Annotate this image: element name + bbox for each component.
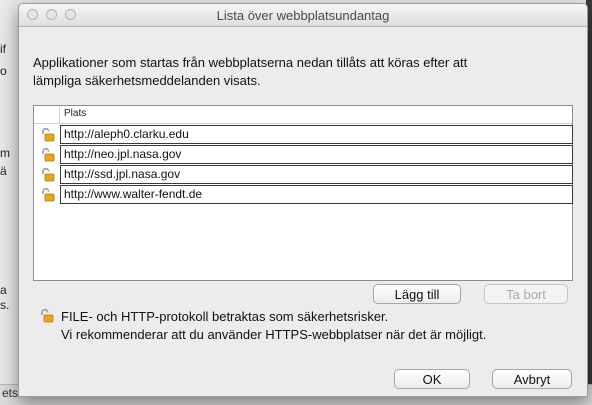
table-header: Plats [34,106,572,124]
unlocked-padlock-icon [42,147,55,162]
site-list-table[interactable]: Plats http://aleph0.clarku.edu http://ne… [33,105,573,281]
table-row[interactable]: http://ssd.jpl.nasa.gov [34,165,573,184]
remove-button[interactable]: Ta bort [484,284,568,304]
site-url-cell[interactable]: http://www.walter-fendt.de [60,185,573,204]
column-header-location[interactable]: Plats [64,108,86,119]
title-bar[interactable]: Lista över webbplatsundantag [19,4,587,27]
background-text-fragment: a [0,283,7,297]
exception-site-list-dialog: Lista över webbplatsundantag Applikation… [18,3,588,397]
description-line: lämpliga säkerhetsmeddelanden visats. [33,73,261,88]
unlocked-padlock-icon [42,187,55,202]
background-text-fragment: o [0,64,7,78]
column-divider [59,106,60,123]
dialog-description: Applikationer som startas från webbplats… [33,54,573,90]
site-url-cell[interactable]: http://neo.jpl.nasa.gov [60,145,573,164]
security-warning: FILE- och HTTP-protokoll betraktas som s… [61,308,581,344]
ok-button[interactable]: OK [394,369,470,389]
unlocked-padlock-icon [42,167,55,182]
background-text-fragment: ä [0,164,7,178]
site-url-cell[interactable]: http://ssd.jpl.nasa.gov [60,165,573,184]
screen: if o m ä a s. etsmeddelanden Hantera cer… [0,0,592,405]
description-line: Applikationer som startas från webbplats… [33,55,468,70]
site-url-cell[interactable]: http://aleph0.clarku.edu [60,125,573,144]
background-text-fragment: if [0,42,6,56]
table-row[interactable]: http://www.walter-fendt.de [34,185,573,204]
unlocked-padlock-icon [41,308,54,323]
warning-line: FILE- och HTTP-protokoll betraktas som s… [61,309,389,324]
background-text-fragment: s. [0,298,10,312]
add-button[interactable]: Lägg till [373,284,461,304]
cancel-button[interactable]: Avbryt [492,369,572,389]
table-row[interactable]: http://aleph0.clarku.edu [34,125,573,144]
background-text-fragment: m [0,146,10,160]
dialog-title: Lista över webbplatsundantag [216,8,390,23]
unlocked-padlock-icon [42,127,55,142]
table-row[interactable]: http://neo.jpl.nasa.gov [34,145,573,164]
warning-line: Vi rekommenderar att du använder HTTPS-w… [61,327,487,342]
